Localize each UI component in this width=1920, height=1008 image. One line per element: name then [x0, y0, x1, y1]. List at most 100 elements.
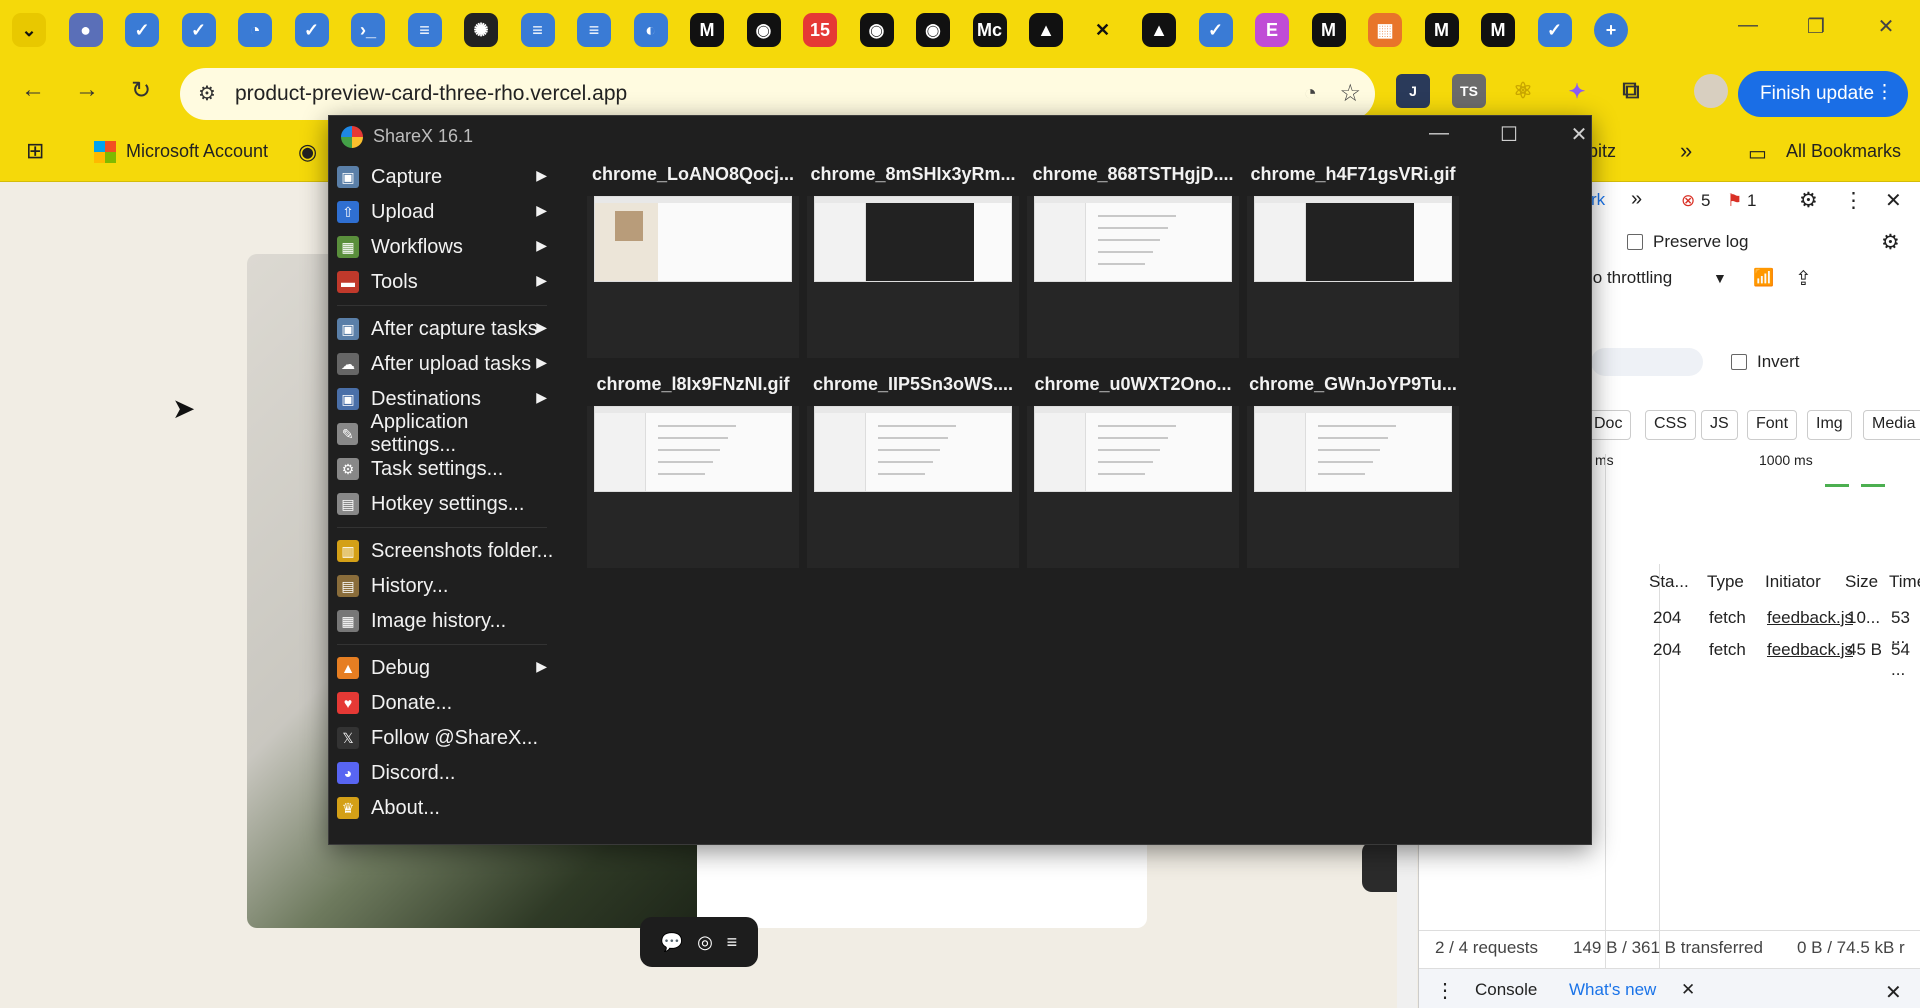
- menu-item-debug[interactable]: ▲ Debug ▶: [337, 651, 555, 685]
- thumbnail-item[interactable]: chrome_u0WXT2Ono...: [1027, 366, 1239, 568]
- minimize-icon[interactable]: —: [1417, 122, 1461, 152]
- browser-tab[interactable]: ≡: [517, 10, 559, 50]
- browser-tab[interactable]: ◉: [743, 10, 785, 50]
- thumbnail-item[interactable]: chrome_l8Ix9FNzNI.gif: [587, 366, 799, 568]
- site-info-icon[interactable]: ⚙: [198, 81, 216, 106]
- col-size[interactable]: Size: [1845, 572, 1878, 592]
- eye-icon[interactable]: ◎: [697, 932, 713, 953]
- browser-tab[interactable]: ›_: [347, 10, 389, 50]
- back-icon[interactable]: ←: [16, 76, 50, 104]
- menu-item-after-upload-tasks[interactable]: ☁ After upload tasks ▶: [337, 347, 555, 381]
- address-bar[interactable]: ⚙ product-preview-card-three-rho.vercel.…: [180, 68, 1375, 120]
- bookmark-star-icon[interactable]: ☆: [1339, 79, 1361, 108]
- browser-tab[interactable]: M: [1477, 10, 1519, 50]
- browser-tab[interactable]: ✓: [291, 10, 333, 50]
- browser-tab[interactable]: ⌄: [8, 10, 50, 50]
- menu-item-upload[interactable]: ⇧ Upload ▶: [337, 195, 555, 229]
- error-count[interactable]: 5: [1701, 191, 1710, 211]
- browser-tab[interactable]: M: [686, 10, 728, 50]
- extension-figma-icon[interactable]: ✦: [1560, 74, 1594, 108]
- menu-item-history[interactable]: ▤ History...: [337, 569, 555, 603]
- invert-checkbox[interactable]: [1731, 354, 1747, 370]
- row-initiator-link[interactable]: feedback.js: [1767, 640, 1853, 660]
- forward-icon[interactable]: →: [70, 76, 104, 104]
- drawer-tab-whats-new[interactable]: What's new: [1569, 980, 1656, 1000]
- browser-tab[interactable]: M: [1421, 10, 1463, 50]
- thumbnail-item[interactable]: chrome_GWnJoYP9Tu...: [1247, 366, 1459, 568]
- browser-tab[interactable]: ●: [65, 10, 107, 50]
- col-type[interactable]: Type: [1707, 572, 1744, 592]
- menu-item-donate[interactable]: ♥ Donate...: [337, 686, 555, 720]
- col-initiator[interactable]: Initiator: [1765, 572, 1821, 592]
- browser-tab[interactable]: ✓: [121, 10, 163, 50]
- thumbnail-item[interactable]: chrome_LoANO8Qocj...: [587, 156, 799, 358]
- settings-gear-icon[interactable]: ⚙: [1799, 188, 1818, 213]
- new-tab-button[interactable]: +: [1590, 10, 1632, 50]
- menu-item-workflows[interactable]: ▦ Workflows ▶: [337, 230, 555, 264]
- close-window-icon[interactable]: ✕: [1866, 14, 1906, 39]
- throttling-select[interactable]: lo throttling: [1589, 268, 1672, 288]
- apps-grid-icon[interactable]: ⊞: [26, 138, 44, 164]
- drawer-menu-icon[interactable]: ⋮: [1435, 978, 1455, 1003]
- profile-avatar[interactable]: [1694, 74, 1728, 108]
- close-tab-icon[interactable]: ✕: [1681, 980, 1695, 1000]
- close-devtools-icon[interactable]: ✕: [1885, 188, 1902, 213]
- browser-tab[interactable]: M: [1308, 10, 1350, 50]
- browser-tab[interactable]: ▲: [1138, 10, 1180, 50]
- reload-icon[interactable]: ↻: [124, 76, 158, 105]
- kebab-menu-icon[interactable]: ⋮: [1843, 188, 1864, 213]
- browser-tab[interactable]: ✕: [1082, 10, 1124, 50]
- finish-update-button[interactable]: Finish update ⋮: [1738, 71, 1908, 117]
- performance-icon[interactable]: ◔: [1304, 80, 1317, 106]
- menu-item-screenshots-folder[interactable]: ▥ Screenshots folder...: [337, 534, 555, 568]
- devtools-tab-network[interactable]: rk: [1591, 190, 1605, 210]
- filter-css[interactable]: CSS: [1645, 410, 1696, 440]
- sharex-titlebar[interactable]: ShareX 16.1 — ☐ ✕: [329, 116, 1591, 156]
- browser-tab[interactable]: E: [1251, 10, 1293, 50]
- menu-item-application-settings[interactable]: ✎ Application settings...: [337, 411, 555, 456]
- browser-tab[interactable]: ◐: [630, 10, 672, 50]
- filter-input[interactable]: [1591, 348, 1703, 376]
- menu-item-hotkey-settings[interactable]: ▤ Hotkey settings...: [337, 487, 555, 521]
- comment-icon[interactable]: 💬: [661, 932, 683, 953]
- filter-media[interactable]: Media: [1863, 410, 1920, 440]
- menu-item-capture[interactable]: ▣ Capture ▶: [337, 160, 555, 194]
- menu-item-image-history[interactable]: ▦ Image history...: [337, 604, 555, 638]
- browser-tab[interactable]: ✺: [460, 10, 502, 50]
- browser-tab[interactable]: ✓: [1195, 10, 1237, 50]
- side-widget[interactable]: [1362, 842, 1398, 892]
- browser-tab[interactable]: Mc: [969, 10, 1011, 50]
- extensions-puzzle-icon[interactable]: ⧉: [1614, 74, 1648, 108]
- drawer-tab-console[interactable]: Console: [1475, 980, 1537, 1000]
- browser-tab[interactable]: ▲: [1025, 10, 1067, 50]
- row-initiator-link[interactable]: feedback.js: [1767, 608, 1853, 628]
- bookmark-all-bookmarks[interactable]: All Bookmarks: [1786, 141, 1901, 162]
- filter-font[interactable]: Font: [1747, 410, 1798, 440]
- browser-tab[interactable]: ◉: [912, 10, 954, 50]
- col-time[interactable]: Time: [1889, 572, 1920, 592]
- github-icon[interactable]: ◉: [298, 139, 317, 165]
- browser-tab[interactable]: ◔: [234, 10, 276, 50]
- close-icon[interactable]: ✕: [1557, 122, 1601, 152]
- chevron-double-right-icon[interactable]: »: [1680, 138, 1692, 164]
- menu-item-discord[interactable]: ◕ Discord...: [337, 756, 555, 790]
- thumbnail-item[interactable]: chrome_8mSHIx3yRm...: [807, 156, 1019, 358]
- extension-react-icon[interactable]: ⚛: [1506, 74, 1540, 108]
- minimize-icon[interactable]: —: [1728, 14, 1768, 37]
- browser-tab[interactable]: ≡: [404, 10, 446, 50]
- menu-item-about[interactable]: ♛ About...: [337, 791, 555, 825]
- browser-tab[interactable]: ◉: [856, 10, 898, 50]
- restore-icon[interactable]: ❐: [1796, 14, 1836, 39]
- thumbnail-item[interactable]: chrome_IIP5Sn3oWS....: [807, 366, 1019, 568]
- filter-js[interactable]: JS: [1701, 410, 1738, 440]
- browser-tab[interactable]: ≡: [573, 10, 615, 50]
- upload-har-icon[interactable]: ⇪: [1795, 266, 1812, 291]
- browser-tab[interactable]: 15: [799, 10, 841, 50]
- menu-item-follow-sharex[interactable]: 𝕏 Follow @ShareX...: [337, 721, 555, 755]
- menu-item-task-settings[interactable]: ⚙ Task settings...: [337, 452, 555, 486]
- browser-tab[interactable]: ✓: [1534, 10, 1576, 50]
- col-status[interactable]: Sta...: [1649, 572, 1689, 592]
- more-tabs-icon[interactable]: »: [1631, 188, 1642, 211]
- browser-tab[interactable]: ▦: [1364, 10, 1406, 50]
- list-icon[interactable]: ≡: [727, 932, 738, 953]
